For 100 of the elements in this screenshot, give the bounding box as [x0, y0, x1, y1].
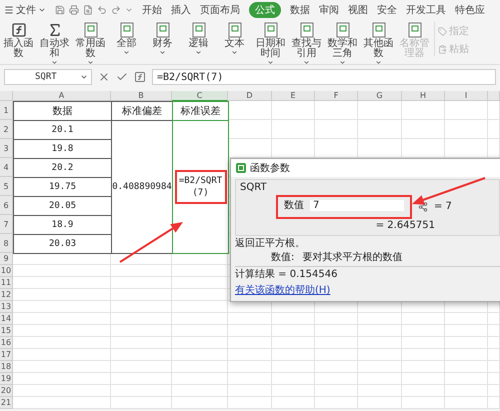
grid-cell[interactable]: [228, 313, 272, 325]
confirm-icon[interactable]: [116, 71, 128, 83]
column-header[interactable]: E: [272, 91, 315, 101]
row-number[interactable]: 11: [0, 277, 13, 289]
grid-cell[interactable]: [315, 313, 358, 325]
ribbon-button[interactable]: 插入函数: [2, 22, 35, 59]
grid-cell[interactable]: [13, 289, 111, 301]
argument-field[interactable]: 7: [310, 200, 404, 211]
row-number[interactable]: 3: [0, 139, 13, 158]
grid-cell[interactable]: [228, 325, 272, 337]
grid-cell[interactable]: [228, 385, 272, 397]
grid-cell[interactable]: [488, 325, 500, 337]
row-number[interactable]: 12: [0, 289, 13, 301]
grid-cell[interactable]: [358, 373, 402, 385]
grid-cell[interactable]: [13, 277, 111, 289]
grid-cell[interactable]: [488, 361, 500, 373]
ribbon-button[interactable]: 其他函数: [362, 22, 395, 66]
grid-cell[interactable]: [13, 373, 111, 385]
ribbon-tab[interactable]: 审阅: [319, 2, 339, 18]
grid-cell[interactable]: [272, 120, 315, 139]
grid-cell[interactable]: [13, 253, 111, 265]
ribbon-tab[interactable]: 视图: [348, 2, 368, 18]
column-header[interactable]: C: [172, 91, 228, 101]
grid-cell[interactable]: [488, 313, 500, 325]
ribbon-button[interactable]: 日期和时间: [254, 22, 287, 66]
grid-cell[interactable]: [13, 385, 111, 397]
grid-cell[interactable]: [402, 325, 445, 337]
grid-cell[interactable]: [172, 397, 228, 409]
caret-icon[interactable]: [125, 6, 133, 14]
redo-icon[interactable]: [111, 5, 121, 15]
grid-cell[interactable]: [402, 313, 445, 325]
grid-cell[interactable]: [228, 349, 272, 361]
grid-cell[interactable]: [315, 397, 358, 409]
ribbon-tab[interactable]: 开发工具: [406, 2, 446, 18]
grid-cell[interactable]: [315, 325, 358, 337]
grid-cell[interactable]: [272, 325, 315, 337]
grid-cell[interactable]: [445, 120, 488, 139]
ribbon-tab[interactable]: 特色应: [455, 2, 485, 18]
grid-cell[interactable]: [358, 120, 402, 139]
grid-cell[interactable]: [111, 277, 172, 289]
grid-cell[interactable]: [272, 337, 315, 349]
row-number[interactable]: 15: [0, 325, 13, 337]
column-header[interactable]: F: [315, 91, 358, 101]
print-icon[interactable]: [69, 5, 79, 15]
grid-cell[interactable]: [228, 101, 272, 120]
grid-cell[interactable]: [358, 101, 402, 120]
undo-icon[interactable]: [97, 5, 107, 15]
file-menu[interactable]: 文件: [4, 3, 46, 17]
ribbon-button[interactable]: 全部: [110, 22, 143, 56]
grid-cell[interactable]: [172, 301, 228, 313]
ribbon-button[interactable]: 财务: [146, 22, 179, 56]
grid-cell[interactable]: [172, 325, 228, 337]
grid-cell[interactable]: [172, 277, 228, 289]
column-header[interactable]: [488, 91, 500, 101]
grid-cell[interactable]: [488, 397, 500, 409]
grid-cell[interactable]: [315, 385, 358, 397]
grid-cell[interactable]: [111, 265, 172, 277]
grid-cell[interactable]: [272, 361, 315, 373]
grid-cell[interactable]: [445, 373, 488, 385]
grid-cell[interactable]: [228, 361, 272, 373]
grid-cell[interactable]: [315, 337, 358, 349]
row-number[interactable]: 10: [0, 265, 13, 277]
ribbon-button[interactable]: 逻辑: [182, 22, 215, 56]
grid-cell[interactable]: [111, 361, 172, 373]
grid-cell[interactable]: [402, 349, 445, 361]
grid-cell[interactable]: [172, 289, 228, 301]
ribbon-tab[interactable]: 页面布局: [200, 2, 240, 18]
cancel-icon[interactable]: [98, 71, 110, 83]
menu-icon[interactable]: [4, 5, 14, 15]
function-icon[interactable]: [134, 71, 146, 83]
grid-cell[interactable]: [13, 265, 111, 277]
ribbon-tab[interactable]: 插入: [171, 2, 191, 18]
column-header[interactable]: G: [358, 91, 402, 101]
grid-cell[interactable]: [402, 101, 445, 120]
grid-cell[interactable]: [358, 337, 402, 349]
row-number[interactable]: 18: [0, 361, 13, 373]
grid-cell[interactable]: [172, 337, 228, 349]
ribbon-button[interactable]: 查找与引用: [290, 22, 323, 66]
grid-cell[interactable]: [272, 101, 315, 120]
grid-cell[interactable]: [228, 337, 272, 349]
column-header[interactable]: H: [402, 91, 445, 101]
grid-cell[interactable]: [445, 385, 488, 397]
grid-cell[interactable]: [111, 313, 172, 325]
grid-cell[interactable]: [172, 373, 228, 385]
grid-cell[interactable]: [315, 349, 358, 361]
grid-cell[interactable]: [172, 313, 228, 325]
ribbon-tab[interactable]: 公式: [249, 2, 281, 18]
grid-cell[interactable]: [445, 397, 488, 409]
row-number[interactable]: 1: [0, 101, 13, 120]
grid-cell[interactable]: [402, 385, 445, 397]
ribbon-button[interactable]: 常用函数: [74, 22, 107, 66]
name-box[interactable]: SQRT: [4, 69, 92, 85]
row-number[interactable]: 16: [0, 337, 13, 349]
grid-cell[interactable]: [488, 337, 500, 349]
grid-cell[interactable]: [488, 349, 500, 361]
grid-cell[interactable]: [488, 385, 500, 397]
column-header[interactable]: I: [445, 91, 488, 101]
grid-cell[interactable]: [358, 349, 402, 361]
grid-cell[interactable]: [402, 373, 445, 385]
row-number[interactable]: 17: [0, 349, 13, 361]
